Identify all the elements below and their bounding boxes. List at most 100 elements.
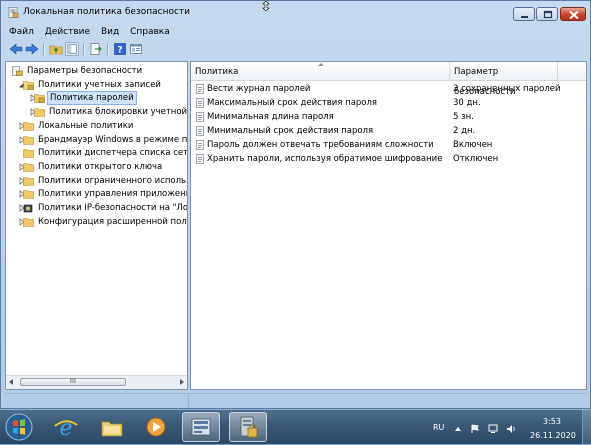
tree-item-label: Политики ограниченного использо	[38, 175, 188, 186]
policy-value: Включен	[453, 140, 493, 150]
policy-name: Максимальный срок действия пароля	[207, 98, 378, 108]
tree-item-label: Конфигурация расширенной полит	[38, 216, 188, 227]
policy-value: 5 зн.	[453, 112, 474, 122]
svg-text:e: e	[59, 416, 72, 441]
folder-icon	[23, 217, 34, 227]
tree-item-label: Политики управления приложения	[38, 189, 188, 200]
tree-item-label: Локальные политики	[38, 120, 134, 131]
policy-row[interactable]: Максимальный срок действия пароля 30 дн.	[191, 96, 586, 110]
folder-icon	[23, 163, 34, 172]
toolbar-separator	[107, 43, 109, 55]
taskbar-explorer-button[interactable]	[93, 412, 131, 442]
taskbar: e RU 3:53 26.11.2020	[0, 409, 591, 444]
help-icon[interactable]: ?	[113, 42, 127, 56]
media-player-icon	[146, 417, 166, 437]
policy-name: Минимальный срок действия пароля	[207, 126, 374, 136]
policy-row[interactable]: Минимальная длина пароля 5 зн.	[191, 110, 586, 124]
menu-bar: Файл Действие Вид Справка	[5, 25, 174, 40]
console-tree: Параметры безопасности Политики учетных з…	[5, 61, 188, 390]
title-bar[interactable]: Локальная политика безопасности	[1, 1, 590, 23]
policy-value: 3 сохраненных паролей	[453, 84, 561, 94]
policy-setting-icon	[196, 112, 204, 122]
toolbar-separator	[43, 43, 45, 55]
close-button[interactable]	[560, 7, 586, 21]
folder-icon	[34, 108, 45, 117]
main-window: Локальная политика безопасности Файл Дей…	[0, 0, 591, 409]
menu-view[interactable]: Вид	[97, 25, 123, 39]
tree-item-label: Политики IP-безопасности на "Лока	[38, 203, 188, 213]
policy-value: Отключен	[453, 154, 499, 164]
policy-value: 2 дн.	[453, 126, 476, 136]
tree-item-label: Политика паролей	[47, 91, 137, 106]
details-pane: Политика Параметр безопасности Вести жур…	[190, 61, 587, 390]
column-header-security-setting[interactable]: Параметр безопасности	[450, 62, 558, 97]
taskbar-media-player-button[interactable]	[137, 412, 175, 442]
local-security-policy-icon	[8, 7, 19, 18]
folder-icon	[23, 121, 34, 131]
clock-time[interactable]: 3:53	[543, 417, 561, 426]
menu-help[interactable]: Справка	[126, 25, 174, 39]
policy-setting-icon	[196, 140, 204, 150]
start-button-icon[interactable]	[4, 412, 34, 442]
tree-item-label: Политики открытого ключа	[38, 161, 163, 172]
folder-icon	[23, 176, 34, 186]
taskbar-server-manager-button[interactable]	[182, 412, 220, 442]
maximize-icon	[543, 10, 553, 19]
ie-icon: e	[54, 416, 78, 441]
policy-setting-icon	[196, 84, 204, 94]
policy-row[interactable]: Пароль должен отвечать требованиям сложн…	[191, 138, 586, 152]
clock-date[interactable]: 26.11.2020	[530, 431, 576, 440]
maximize-button[interactable]	[536, 7, 558, 21]
policy-name: Минимальная длина пароля	[207, 112, 334, 122]
horizontal-scrollbar[interactable]: III	[6, 375, 187, 389]
minimize-icon	[521, 16, 528, 18]
folder-open-icon	[23, 80, 34, 90]
scrollbar-thumb[interactable]: III	[20, 378, 126, 386]
tree-item-label: Политика блокировки учетной з	[49, 107, 188, 118]
scroll-right-arrow[interactable]	[180, 379, 184, 385]
folder-icon	[23, 190, 34, 200]
show-hide-tree-icon[interactable]	[65, 42, 79, 56]
forward-arrow-icon[interactable]	[25, 42, 39, 56]
window-title: Локальная политика безопасности	[23, 7, 191, 17]
mouse-cursor-icon	[262, 1, 270, 11]
policy-row[interactable]: Минимальный срок действия пароля 2 дн.	[191, 124, 586, 138]
back-arrow-icon[interactable]	[9, 42, 23, 56]
policy-setting-icon	[196, 154, 204, 164]
up-folder-icon[interactable]	[49, 42, 63, 56]
menu-action[interactable]: Действие	[41, 25, 94, 39]
language-indicator[interactable]: RU	[433, 423, 444, 432]
taskbar-local-security-policy-button[interactable]	[229, 412, 267, 442]
taskbar-ie-button[interactable]: e	[47, 412, 85, 442]
properties-icon[interactable]	[129, 42, 143, 56]
policy-value: 30 дн.	[453, 98, 481, 108]
svg-text:?: ?	[117, 46, 122, 56]
policy-name: Пароль должен отвечать требованиям сложн…	[207, 140, 434, 150]
show-desktop-button[interactable]	[582, 410, 591, 444]
policy-name: Вести журнал паролей	[207, 84, 311, 94]
folder-icon	[34, 94, 45, 104]
server-manager-icon	[191, 418, 211, 436]
policy-setting-icon	[196, 98, 204, 108]
toolbar-separator	[83, 43, 85, 55]
minimize-button[interactable]	[513, 7, 535, 21]
volume-icon[interactable]	[506, 424, 516, 434]
tree-item-label: Политики диспетчера списка сетей	[38, 148, 188, 159]
network-icon[interactable]	[488, 424, 498, 434]
tree-item-label: Параметры безопасности	[27, 66, 143, 76]
export-list-icon[interactable]	[89, 42, 103, 56]
local-security-policy-icon	[240, 416, 258, 438]
scroll-left-arrow[interactable]	[9, 379, 13, 385]
action-center-flag-icon[interactable]	[470, 424, 480, 434]
show-hidden-icons-icon[interactable]	[453, 424, 463, 434]
folder-icon	[23, 135, 34, 145]
policy-row[interactable]: Хранить пароли, используя обратимое шифр…	[191, 152, 586, 166]
tree-item-label: Политики учетных записей	[38, 79, 161, 90]
security-settings-icon	[12, 66, 23, 76]
policy-setting-icon	[196, 126, 204, 136]
ipsec-icon	[23, 204, 33, 213]
explorer-icon	[101, 421, 123, 437]
policy-row[interactable]: Вести журнал паролей 3 сохраненных пароле…	[191, 82, 586, 96]
menu-file[interactable]: Файл	[5, 25, 38, 39]
column-header-policy[interactable]: Политика	[191, 62, 450, 80]
